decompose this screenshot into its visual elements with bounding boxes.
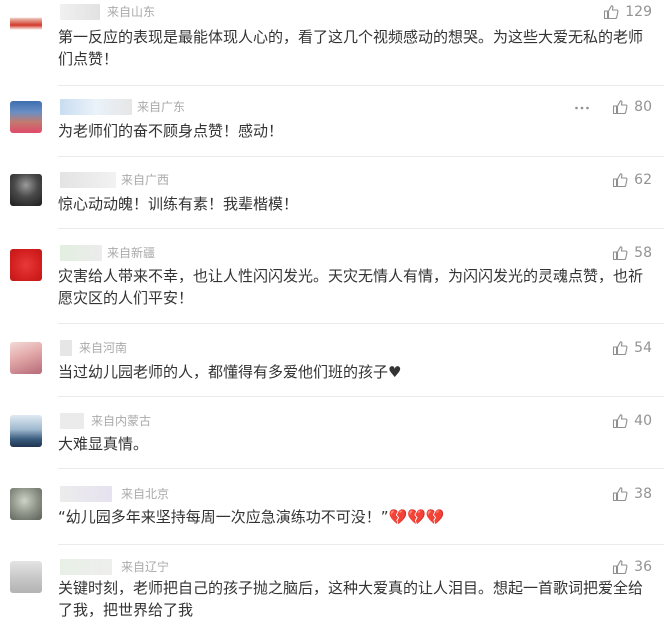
more-dots-icon[interactable] xyxy=(574,100,590,114)
like-button[interactable]: 54 xyxy=(612,340,652,356)
location-label: 来自内蒙古 xyxy=(91,414,152,428)
username-redacted[interactable] xyxy=(60,486,112,502)
avatar[interactable] xyxy=(10,488,42,520)
location-label: 来自广西 xyxy=(121,173,170,187)
like-button[interactable]: 80 xyxy=(612,99,652,115)
divider xyxy=(58,85,664,86)
like-count: 54 xyxy=(634,340,652,356)
avatar[interactable] xyxy=(10,561,42,593)
thumbs-up-icon xyxy=(612,486,628,502)
like-count: 36 xyxy=(634,559,652,575)
like-count: 40 xyxy=(634,413,652,429)
like-button[interactable]: 36 xyxy=(612,559,652,575)
location-label: 来自广东 xyxy=(137,100,186,114)
thumbs-up-icon xyxy=(612,172,628,188)
comment-text: 惊心动动魄！训练有素！我辈楷模！ xyxy=(58,195,299,213)
like-count: 38 xyxy=(634,486,652,502)
thumbs-up-icon xyxy=(612,99,628,115)
location-label: 来自河南 xyxy=(79,341,128,355)
avatar[interactable] xyxy=(10,6,42,38)
avatar[interactable] xyxy=(10,101,42,133)
comment-text: 关键时刻，老师把自己的孩子抛之脑后，这种大爱真的让人泪目。想起一首歌词把爱全给了… xyxy=(58,579,644,619)
thumbs-up-icon xyxy=(612,340,628,356)
username-redacted[interactable] xyxy=(60,172,116,188)
thumbs-up-icon xyxy=(612,245,628,261)
divider xyxy=(58,228,664,229)
like-button[interactable]: 58 xyxy=(612,245,652,261)
thumbs-up-icon xyxy=(612,559,628,575)
username-redacted[interactable] xyxy=(60,413,84,429)
location-label: 来自辽宁 xyxy=(121,560,170,574)
divider xyxy=(58,544,664,545)
avatar[interactable] xyxy=(10,174,42,206)
username-redacted[interactable] xyxy=(60,4,100,20)
comment-text: 为老师们的奋不顾身点赞！感动！ xyxy=(58,122,284,140)
divider xyxy=(58,396,664,397)
divider xyxy=(58,468,664,469)
username-redacted[interactable] xyxy=(60,245,102,261)
comment-text: 第一反应的表现是最能体现人心的，看了这几个视频感动的想哭。为这些大爱无私的老师们… xyxy=(58,28,644,68)
comment-text: “幼儿园多年来坚持每周一次应急演练功不可没！”💔💔💔 xyxy=(58,508,445,526)
like-button[interactable]: 40 xyxy=(612,413,652,429)
avatar[interactable] xyxy=(10,249,42,281)
comment-text: 当过幼儿园老师的人，都懂得有多爱他们班的孩子♥ xyxy=(58,363,402,381)
thumbs-up-icon xyxy=(612,413,628,429)
like-button[interactable]: 129 xyxy=(603,4,652,20)
avatar[interactable] xyxy=(10,342,42,374)
like-button[interactable]: 38 xyxy=(612,486,652,502)
location-label: 来自北京 xyxy=(121,487,170,501)
username-redacted[interactable] xyxy=(60,340,72,356)
like-count: 58 xyxy=(634,245,652,261)
like-button[interactable]: 62 xyxy=(612,172,652,188)
like-count: 62 xyxy=(634,172,652,188)
location-label: 来自山东 xyxy=(107,5,156,19)
avatar[interactable] xyxy=(10,415,42,447)
comment-text: 灾害给人带来不幸，也让人性闪闪发光。天灾无情人有情，为闪闪发光的灵魂点赞，也祈愿… xyxy=(58,267,644,307)
comment-text: 大难显真情。 xyxy=(58,435,149,453)
divider xyxy=(58,323,664,324)
divider xyxy=(58,156,664,157)
username-redacted[interactable] xyxy=(60,99,132,115)
username-redacted[interactable] xyxy=(60,559,112,575)
thumbs-up-icon xyxy=(603,4,619,20)
like-count: 80 xyxy=(634,99,652,115)
location-label: 来自新疆 xyxy=(107,246,156,260)
like-count: 129 xyxy=(625,4,652,20)
